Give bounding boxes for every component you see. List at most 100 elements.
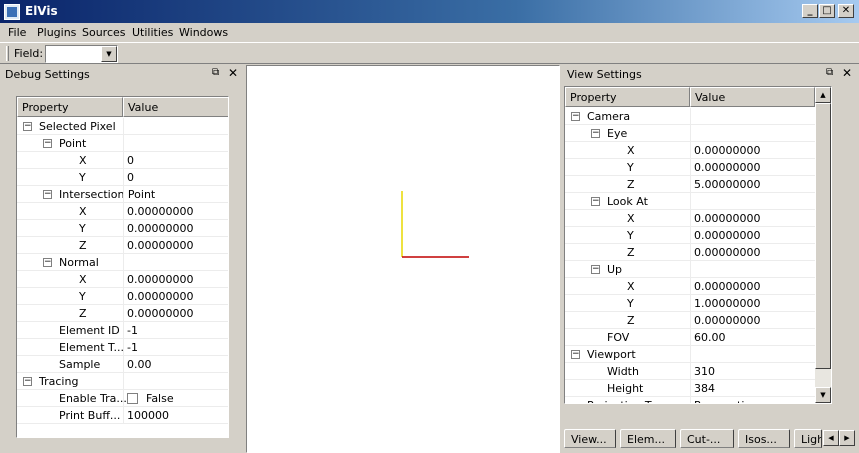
collapse-icon[interactable]: − <box>23 122 32 131</box>
tab-cut-surfaces[interactable]: Cut-... <box>680 429 734 448</box>
collapse-icon[interactable]: − <box>591 129 600 138</box>
tree-row[interactable]: Projection Ty... Perspective <box>565 397 815 403</box>
toolbar-grip[interactable] <box>6 46 9 61</box>
tree-row[interactable]: − Tracing <box>17 373 228 390</box>
tree-row[interactable]: Z 0.00000000 <box>17 237 228 254</box>
tree-row[interactable]: Height 384 <box>565 380 815 397</box>
property-value[interactable]: 0.00000000 <box>694 212 760 225</box>
tab-view[interactable]: View... <box>564 429 616 448</box>
tree-row[interactable]: Element ID -1 <box>17 322 228 339</box>
float-icon[interactable]: ⧉ <box>826 67 838 79</box>
menu-file[interactable]: File <box>8 26 26 39</box>
close-icon[interactable]: ✕ <box>842 66 854 80</box>
property-value[interactable]: Perspective <box>694 399 758 403</box>
property-value[interactable]: 0.00000000 <box>694 280 760 293</box>
close-icon[interactable]: ✕ <box>228 66 240 80</box>
field-select[interactable]: ▼ <box>45 45 118 63</box>
collapse-icon[interactable]: − <box>591 197 600 206</box>
tree-row[interactable]: X 0.00000000 <box>17 203 228 220</box>
property-value[interactable]: 0.00000000 <box>127 205 193 218</box>
collapse-icon[interactable]: − <box>571 112 580 121</box>
collapse-icon[interactable]: − <box>43 139 52 148</box>
column-header-property[interactable]: Property <box>565 87 690 107</box>
property-value[interactable]: 100000 <box>127 409 169 422</box>
collapse-icon[interactable]: − <box>571 350 580 359</box>
checkbox[interactable] <box>127 393 138 404</box>
tree-row[interactable]: X 0.00000000 <box>17 271 228 288</box>
chevron-down-icon[interactable]: ▼ <box>101 46 117 62</box>
tab-lighting[interactable]: Ligh <box>794 429 822 448</box>
tab-scroll-right-icon[interactable]: ▶ <box>839 430 855 446</box>
tree-row[interactable]: − Point <box>17 135 228 152</box>
debug-property-tree[interactable]: Property Value − Selected Pixel − Point X 0 Y 0… <box>16 96 229 438</box>
minimize-button[interactable]: _ <box>802 4 818 18</box>
tree-row[interactable]: Element T... -1 <box>17 339 228 356</box>
property-value[interactable]: 310 <box>694 365 715 378</box>
close-button[interactable]: ✕ <box>838 4 854 18</box>
menu-utilities[interactable]: Utilities <box>132 26 173 39</box>
menu-plugins[interactable]: Plugins <box>37 26 76 39</box>
column-header-value[interactable]: Value <box>123 97 228 117</box>
tree-row[interactable]: − Normal <box>17 254 228 271</box>
property-value[interactable]: 384 <box>694 382 715 395</box>
tree-row[interactable]: Y 0.00000000 <box>17 288 228 305</box>
tree-row[interactable]: − Up <box>565 261 815 278</box>
tree-row[interactable]: Y 0.00000000 <box>17 220 228 237</box>
collapse-icon[interactable]: − <box>43 190 52 199</box>
tree-row[interactable]: Y 0.00000000 <box>565 227 815 244</box>
collapse-icon[interactable]: − <box>23 377 32 386</box>
tree-row[interactable]: Enable Tra... False <box>17 390 228 407</box>
collapse-icon[interactable]: − <box>43 258 52 267</box>
tree-row[interactable]: Print Buff... 100000 <box>17 407 228 424</box>
tree-row[interactable]: − Look At <box>565 193 815 210</box>
tree-row[interactable]: − Selected Pixel <box>17 118 228 135</box>
tree-row[interactable]: Z 0.00000000 <box>565 244 815 261</box>
menu-windows[interactable]: Windows <box>179 26 228 39</box>
property-value[interactable]: -1 <box>127 324 138 337</box>
tree-row[interactable]: X 0.00000000 <box>565 210 815 227</box>
property-value[interactable]: 0.00000000 <box>127 239 193 252</box>
tree-row[interactable]: Width 310 <box>565 363 815 380</box>
tree-row[interactable]: − Intersection Point <box>17 186 228 203</box>
property-value[interactable]: False <box>146 392 174 405</box>
property-value[interactable]: 0 <box>127 154 134 167</box>
view-tree-scrollbar[interactable]: ▲ ▼ <box>815 87 831 403</box>
property-value[interactable]: 0.00000000 <box>127 290 193 303</box>
property-value[interactable]: -1 <box>127 341 138 354</box>
tree-row[interactable]: − Eye <box>565 125 815 142</box>
property-value[interactable]: 0.00000000 <box>127 273 193 286</box>
tree-row[interactable]: Z 0.00000000 <box>565 312 815 329</box>
tree-row[interactable]: X 0.00000000 <box>565 278 815 295</box>
property-value[interactable]: 1.00000000 <box>694 297 760 310</box>
property-value[interactable]: 0.00 <box>127 358 152 371</box>
tree-row[interactable]: − Viewport <box>565 346 815 363</box>
tree-row[interactable]: FOV 60.00 <box>565 329 815 346</box>
property-value[interactable]: 0.00000000 <box>127 307 193 320</box>
column-header-value[interactable]: Value <box>690 87 815 107</box>
property-value[interactable]: 0.00000000 <box>694 144 760 157</box>
tree-row[interactable]: Y0 <box>17 169 228 186</box>
property-value[interactable]: 0.00000000 <box>694 246 760 259</box>
property-value[interactable]: 0.00000000 <box>694 161 760 174</box>
view-property-tree[interactable]: Property Value − Camera − Eye X 0.00000000 Y 0.… <box>564 86 832 404</box>
property-value[interactable]: 0.00000000 <box>694 229 760 242</box>
property-value[interactable]: 0 <box>127 171 134 184</box>
scroll-up-icon[interactable]: ▲ <box>815 87 831 103</box>
tab-isosurfaces[interactable]: Isos... <box>738 429 790 448</box>
property-value[interactable]: 0.00000000 <box>694 314 760 327</box>
maximize-button[interactable]: □ <box>819 4 835 18</box>
tab-elements[interactable]: Elem... <box>620 429 676 448</box>
column-header-property[interactable]: Property <box>17 97 123 117</box>
property-value[interactable]: 5.00000000 <box>694 178 760 191</box>
tree-row[interactable]: Z 5.00000000 <box>565 176 815 193</box>
tree-row[interactable]: − Camera <box>565 108 815 125</box>
property-value[interactable]: 0.00000000 <box>127 222 193 235</box>
property-value[interactable]: 60.00 <box>694 331 726 344</box>
render-viewport[interactable] <box>246 65 560 453</box>
tab-scroll-left-icon[interactable]: ◀ <box>823 430 839 446</box>
tree-row[interactable]: X0 <box>17 152 228 169</box>
float-icon[interactable]: ⧉ <box>212 67 224 79</box>
tree-row[interactable]: Z 0.00000000 <box>17 305 228 322</box>
collapse-icon[interactable]: − <box>591 265 600 274</box>
scroll-thumb[interactable] <box>815 103 831 369</box>
